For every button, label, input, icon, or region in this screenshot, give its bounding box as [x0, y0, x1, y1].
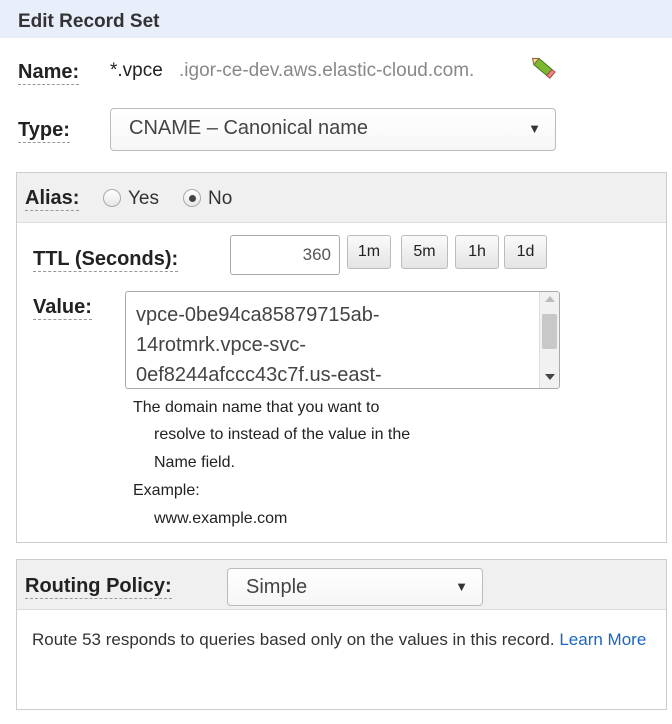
routing-policy-label: Routing Policy: — [25, 575, 172, 599]
alias-panel: Alias: Yes No TTL (Seconds): 1m 5m 1h 1d… — [16, 172, 667, 543]
alias-label: Alias: — [25, 187, 80, 211]
chevron-down-icon: ▼ — [528, 121, 541, 136]
value-textarea[interactable]: vpce-0be94ca85879715ab- 14rotmrk.vpce-sv… — [125, 291, 560, 389]
chevron-down-icon: ▼ — [455, 579, 468, 594]
value-help-line: The domain name that you want to — [133, 399, 380, 416]
name-prefix: *.vpce — [110, 60, 163, 81]
routing-description-text: Route 53 responds to queries based only … — [32, 630, 555, 649]
ttl-1h-button[interactable]: 1h — [455, 235, 499, 269]
ttl-1d-button[interactable]: 1d — [504, 235, 547, 269]
edit-record-set-header: Edit Record Set — [0, 0, 672, 38]
alias-yes-label[interactable]: Yes — [128, 188, 159, 210]
scroll-thumb[interactable] — [542, 314, 557, 349]
value-line: 14rotmrk.vpce-svc- — [136, 334, 307, 356]
value-label: Value: — [33, 296, 92, 320]
name-label: Name: — [18, 61, 80, 85]
value-help-example-label: Example: — [133, 482, 200, 499]
type-label: Type: — [18, 119, 70, 143]
alias-no-label[interactable]: No — [208, 188, 232, 210]
routing-policy-selected-value: Simple — [246, 576, 308, 598]
name-domain: .igor-ce-dev.aws.elastic-cloud.com. — [179, 60, 475, 81]
value-help-example: www.example.com — [154, 510, 288, 527]
value-line: 0ef8244afccc43c7f.us-east- — [136, 364, 382, 386]
learn-more-link[interactable]: Learn More — [559, 630, 646, 649]
type-selected-value: CNAME – Canonical name — [129, 117, 368, 139]
value-line: vpce-0be94ca85879715ab- — [136, 304, 380, 326]
alias-row: Alias: Yes No — [17, 173, 666, 223]
header-title: Edit Record Set — [18, 11, 160, 32]
pencil-icon[interactable] — [530, 54, 558, 82]
ttl-input[interactable] — [230, 235, 340, 275]
scroll-up-arrow-icon[interactable] — [545, 296, 555, 302]
ttl-label: TTL (Seconds): — [33, 248, 179, 272]
value-help-line: Name field. — [154, 454, 235, 471]
routing-policy-panel: Routing Policy: Simple ▼ Route 53 respon… — [16, 559, 667, 710]
scroll-down-arrow-icon[interactable] — [545, 374, 555, 380]
ttl-1m-button[interactable]: 1m — [347, 235, 391, 269]
type-select[interactable]: CNAME – Canonical name ▼ — [110, 108, 556, 151]
alias-yes-radio[interactable] — [103, 189, 121, 207]
routing-policy-select[interactable]: Simple ▼ — [227, 568, 483, 606]
value-help-line: resolve to instead of the value in the — [154, 426, 411, 443]
ttl-5m-button[interactable]: 5m — [401, 235, 448, 269]
routing-policy-row: Routing Policy: Simple ▼ — [17, 560, 666, 610]
routing-policy-description: Route 53 responds to queries based only … — [32, 626, 662, 654]
alias-no-radio[interactable] — [183, 189, 201, 207]
value-scrollbar[interactable] — [539, 292, 559, 388]
